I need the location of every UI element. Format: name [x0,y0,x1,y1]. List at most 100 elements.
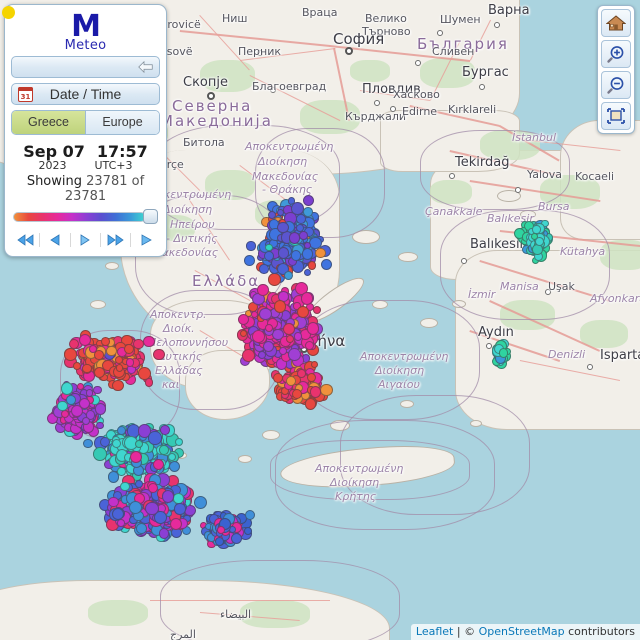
earthquake-marker[interactable] [160,425,170,435]
earthquake-marker[interactable] [108,496,119,508]
earthquake-marker[interactable] [123,343,134,355]
zoom-out-button[interactable] [601,71,631,99]
earthquake-marker[interactable] [283,322,295,335]
playback-controls[interactable] [11,228,160,249]
earthquake-marker[interactable] [117,519,125,528]
earthquake-marker[interactable] [288,232,301,244]
earthquake-marker[interactable] [259,264,269,274]
earthquake-marker[interactable] [128,501,142,515]
earthquake-marker[interactable] [143,335,156,348]
earthquake-marker[interactable] [307,261,317,270]
earthquake-marker[interactable] [309,385,322,398]
earthquake-marker[interactable] [320,383,333,397]
earthquake-marker[interactable] [66,395,77,405]
earthquake-marker[interactable] [148,431,162,445]
earthquake-marker[interactable] [125,357,135,367]
earthquake-marker[interactable] [265,243,273,251]
earthquake-marker[interactable] [302,194,315,206]
earthquake-marker[interactable] [262,341,274,353]
time-slider[interactable] [13,209,158,225]
earthquake-marker[interactable] [93,350,104,361]
earthquake-marker[interactable] [107,471,120,483]
earthquake-marker[interactable] [299,230,308,240]
earthquake-marker[interactable] [296,368,306,378]
earthquake-marker[interactable] [193,496,208,510]
earthquake-marker[interactable] [304,340,314,350]
earthquake-marker[interactable] [153,348,165,361]
earthquake-marker[interactable] [499,348,509,358]
earthquake-marker[interactable] [105,345,117,357]
step-back-button[interactable] [42,231,68,249]
earthquake-marker[interactable] [306,322,320,335]
earthquake-marker[interactable] [94,403,107,415]
earthquake-marker[interactable] [230,532,242,544]
leaflet-link[interactable]: Leaflet [416,625,453,638]
earthquake-marker[interactable] [153,458,165,470]
openstreetmap-link[interactable]: OpenStreetMap [479,625,565,638]
time-slider-handle[interactable] [143,209,158,224]
earthquake-marker[interactable] [159,445,169,455]
earthquake-marker[interactable] [315,247,326,259]
time-slider-track[interactable] [13,212,146,222]
earthquake-marker[interactable] [291,202,304,215]
earthquake-marker[interactable] [296,306,309,319]
earthquake-marker[interactable] [288,348,301,361]
earthquake-marker[interactable] [82,363,92,374]
earthquake-marker[interactable] [92,447,107,461]
earthquake-marker[interactable] [290,250,302,261]
earthquake-marker[interactable] [241,348,255,362]
earthquake-marker[interactable] [101,337,110,346]
earthquake-marker[interactable] [214,536,225,546]
earthquake-marker[interactable] [306,372,316,382]
earthquake-marker[interactable] [83,438,94,449]
earthquake-marker[interactable] [85,389,94,397]
earthquake-marker[interactable] [534,237,544,247]
earthquake-marker[interactable] [264,250,274,261]
earthquake-marker[interactable] [130,450,143,463]
earthquake-marker[interactable] [244,510,255,521]
region-toggle[interactable]: Greece Europe [11,110,160,135]
fast-forward-button[interactable] [103,231,129,249]
earthquake-marker[interactable] [278,346,287,355]
date-time-button[interactable]: 31 Date / Time [11,83,160,105]
step-forward-button[interactable] [72,231,98,249]
earthquake-marker[interactable] [133,339,144,350]
earthquake-marker[interactable] [120,481,130,492]
tab-europe[interactable]: Europe [85,111,159,134]
zoom-in-button[interactable] [601,40,631,68]
earthquake-marker[interactable] [72,361,81,370]
earthquake-marker[interactable] [168,460,181,473]
earthquake-marker[interactable] [301,292,314,305]
earthquake-marker[interactable] [244,527,253,535]
tab-greece[interactable]: Greece [12,111,85,134]
earthquake-marker[interactable] [147,482,159,493]
play-button[interactable] [133,231,159,249]
earthquake-marker[interactable] [158,528,169,539]
earthquake-marker[interactable] [57,400,68,411]
earthquake-marker[interactable] [257,283,269,296]
earthquake-marker[interactable] [285,334,295,343]
earthquake-marker[interactable] [246,241,256,251]
earthquake-marker[interactable] [251,330,265,344]
back-arrow-icon[interactable] [138,60,153,74]
earthquake-marker[interactable] [135,439,144,448]
earthquake-marker[interactable] [278,247,290,259]
earthquake-marker[interactable] [277,208,285,216]
home-button[interactable] [601,9,631,37]
earthquake-marker[interactable] [277,221,289,234]
earthquake-marker[interactable] [161,489,175,503]
earthquake-marker[interactable] [175,438,184,447]
earthquake-marker[interactable] [285,376,296,387]
earthquake-marker[interactable] [145,501,159,515]
fit-extent-button[interactable] [601,102,631,130]
search-input[interactable] [11,56,160,78]
earthquake-marker[interactable] [268,273,281,287]
earthquake-marker[interactable] [64,348,77,361]
earthquake-marker[interactable] [136,522,148,534]
earthquake-marker[interactable] [112,379,124,392]
earthquake-marker[interactable] [114,355,123,364]
earthquake-marker[interactable] [273,300,287,313]
earthquake-marker[interactable] [60,410,69,419]
earthquake-marker[interactable] [174,503,186,515]
earthquake-marker[interactable] [293,332,302,341]
